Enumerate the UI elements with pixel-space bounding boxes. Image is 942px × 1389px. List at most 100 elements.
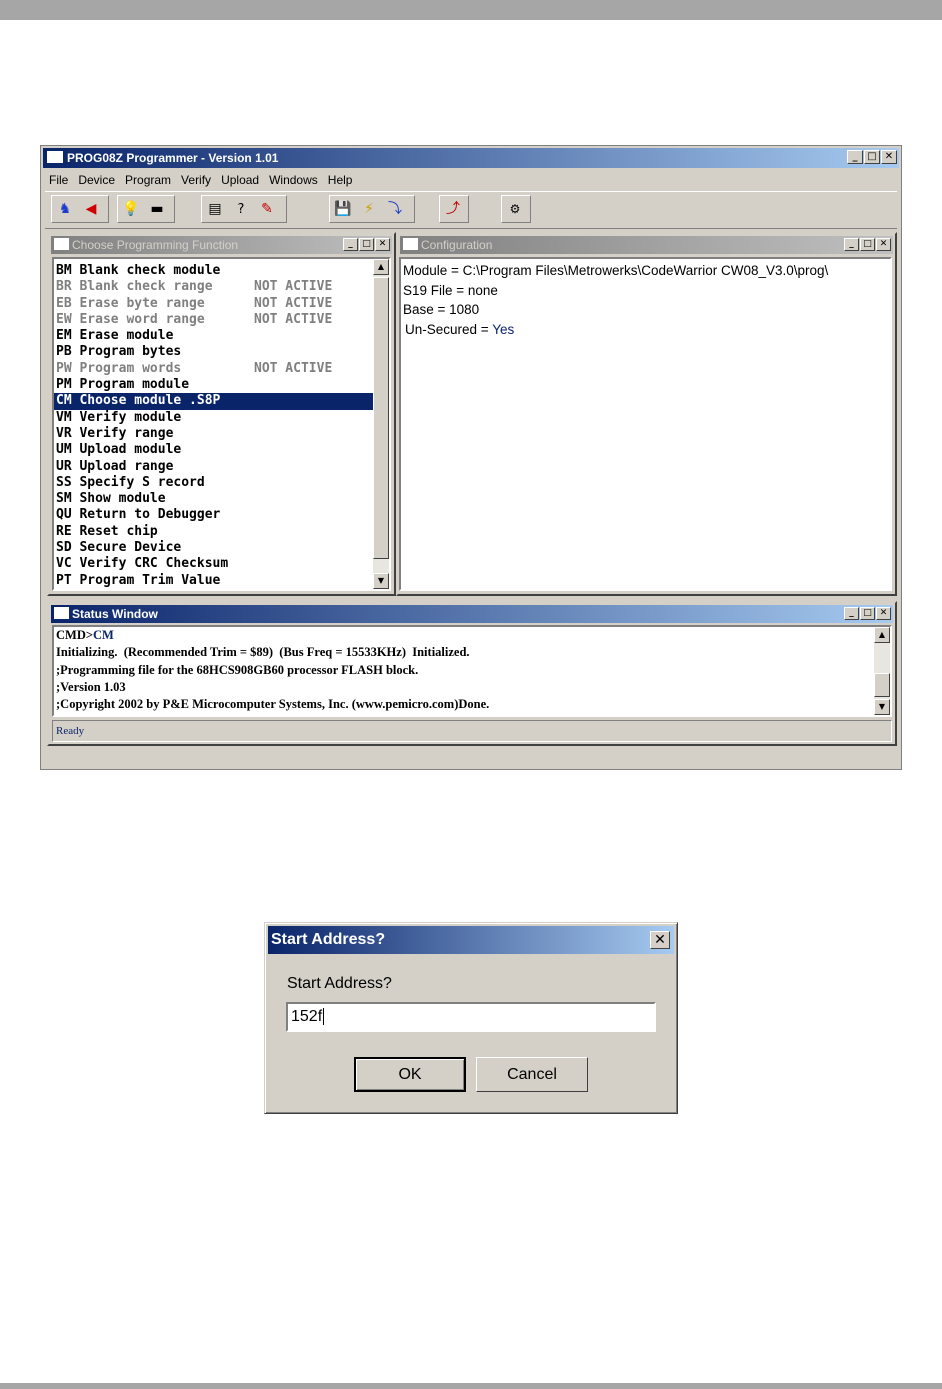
page-header-bar [0,0,942,20]
function-item-vm[interactable]: VM Verify module [54,410,373,426]
start-address-input[interactable]: 152f [286,1002,656,1032]
configuration-window-titlebar[interactable]: Configuration _ □ ✕ [400,236,893,254]
ok-button[interactable]: OK [354,1057,466,1092]
menu-verify[interactable]: Verify [177,171,217,189]
save-disk-icon[interactable]: 💾 [330,196,356,222]
function-item-pt[interactable]: PT Program Trim Value [54,573,373,589]
function-item-bm[interactable]: BM Blank check module [54,263,373,279]
scroll-thumb[interactable] [874,673,890,697]
erase-pencil-icon[interactable]: ✎ [254,196,280,222]
function-label: Secure Device [79,540,182,556]
configuration-window-title: Configuration [421,238,493,252]
dialog-titlebar[interactable]: Start Address? ✕ [268,926,674,954]
window-icon [54,607,69,619]
function-label: Reset chip [79,523,158,539]
function-item-ew[interactable]: EW Erase word range NOT ACTIVE [54,312,373,328]
function-label: Upload range [79,458,174,474]
function-window-titlebar[interactable]: Choose Programming Function _ □ ✕ [51,236,392,254]
chip-icon[interactable]: ▬ [144,196,170,222]
program-flash-icon[interactable]: ⚡ [356,196,382,222]
help-document-icon[interactable]: ? [228,196,254,222]
function-item-cm[interactable]: CM Choose module .S8P [54,393,373,410]
menu-upload[interactable]: Upload [217,171,265,189]
function-item-em[interactable]: EM Erase module [54,328,373,344]
menu-bar: File Device Program Verify Upload Window… [45,171,358,189]
function-item-qu[interactable]: QU Return to Debugger [54,507,373,523]
scroll-down-arrow-icon[interactable]: ▼ [874,699,890,715]
function-item-br[interactable]: BR Blank check range NOT ACTIVE [54,279,373,295]
function-scrollbar[interactable]: ▲ ▼ [373,259,389,589]
text-cursor [323,1008,325,1025]
function-item-eb[interactable]: EB Erase byte range NOT ACTIVE [54,296,373,312]
memory-window-icon[interactable]: ▤ [202,196,228,222]
function-item-sm[interactable]: SM Show module [54,491,373,507]
function-item-re[interactable]: RE Reset chip [54,524,373,540]
page-footer-bar [0,1383,942,1389]
close-button[interactable]: ✕ [881,150,897,164]
function-item-ur[interactable]: UR Upload range [54,459,373,475]
function-code: BR [56,279,72,295]
maximize-button[interactable]: □ [864,150,880,164]
function-label: Specify S record [79,474,205,490]
maximize-button[interactable]: □ [860,238,875,251]
config-unsecured-label: Un-Secured = [405,321,493,337]
config-s19-file: S19 File = none [403,282,498,298]
command-line[interactable]: CMD>CM [54,627,874,644]
close-icon[interactable]: ✕ [650,931,670,949]
function-item-ss[interactable]: SS Specify S record [54,475,373,491]
close-button[interactable]: ✕ [375,238,390,251]
menu-help[interactable]: Help [324,171,359,189]
function-code: RE [56,523,72,539]
maximize-button[interactable]: □ [359,238,374,251]
status-bar: Ready [52,720,892,742]
scroll-up-arrow-icon[interactable]: ▲ [874,627,890,643]
scroll-thumb[interactable] [373,277,389,559]
debugger-icon[interactable]: ♞ [52,196,78,222]
menu-program[interactable]: Program [121,171,177,189]
minimize-button[interactable]: _ [844,238,859,251]
function-label: Verify module [79,409,182,425]
scroll-down-arrow-icon[interactable]: ▼ [373,573,389,589]
close-button[interactable]: ✕ [876,607,891,620]
window-icon [54,238,69,250]
cancel-button[interactable]: Cancel [476,1057,588,1092]
scroll-up-arrow-icon[interactable]: ▲ [373,259,389,275]
upload-icon[interactable]: ⤵ [382,196,408,222]
log-line: ;Version 1.03 [56,679,126,694]
status-window-title: Status Window [72,607,158,621]
function-item-vr[interactable]: VR Verify range [54,426,373,442]
dialog-title: Start Address? [271,931,386,948]
minimize-button[interactable]: _ [847,150,863,164]
minimize-button[interactable]: _ [343,238,358,251]
configuration-window: Configuration _ □ ✕ Module = C:\Program … [396,232,897,596]
menu-windows[interactable]: Windows [265,171,324,189]
function-item-pb[interactable]: PB Program bytes [54,344,373,360]
function-label: Program bytes [79,344,182,360]
function-item-sd[interactable]: SD Secure Device [54,540,373,556]
app-icon [47,151,63,163]
lightbulb-icon[interactable]: 💡 [118,196,144,222]
maximize-button[interactable]: □ [860,607,875,620]
function-label: Erase word range [79,311,205,327]
minimize-button[interactable]: _ [844,607,859,620]
status-scrollbar[interactable]: ▲ ▼ [874,627,890,715]
config-unsecured: Un-Secured = Yes [401,320,890,340]
function-item-pm[interactable]: PM Program module [54,377,373,393]
status-window-titlebar[interactable]: Status Window _ □ ✕ [51,605,893,623]
verify-icon[interactable]: ⤴ [440,196,466,222]
function-item-um[interactable]: UM Upload module [54,442,373,458]
function-item-vc[interactable]: VC Verify CRC Checksum [54,556,373,572]
function-label: Return to Debugger [79,507,221,523]
menu-file[interactable]: File [45,171,74,189]
close-button[interactable]: ✕ [876,238,891,251]
config-unsecured-value: Yes [492,321,515,337]
function-status: NOT ACTIVE [254,311,333,327]
app-titlebar[interactable]: PROG08Z Programmer - Version 1.01 _ □ ✕ [43,148,899,168]
settings-icon[interactable]: ⚙ [502,196,528,222]
function-status: NOT ACTIVE [254,279,333,295]
function-item-pw[interactable]: PW Program words NOT ACTIVE [54,361,373,377]
function-label: Erase byte range [79,295,205,311]
return-arrow-icon[interactable]: ◀ [78,196,104,222]
menu-device[interactable]: Device [74,171,121,189]
function-code: SS [56,474,72,490]
